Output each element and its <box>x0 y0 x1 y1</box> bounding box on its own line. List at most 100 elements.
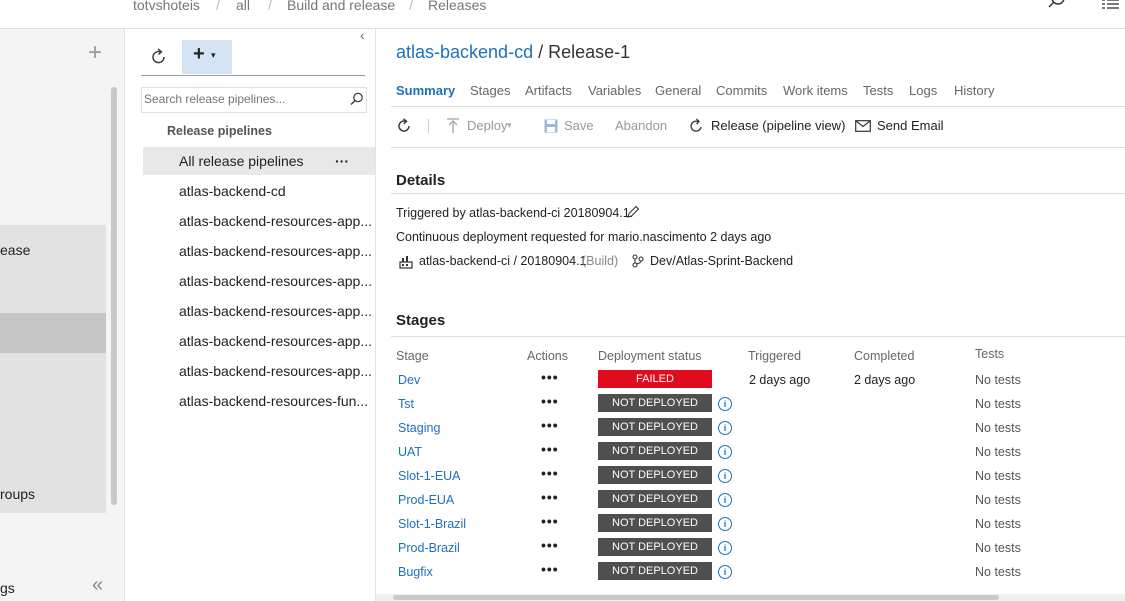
tab-commits[interactable]: Commits <box>716 83 767 98</box>
stage-actions-button[interactable]: ••• <box>541 513 559 529</box>
horizontal-scrollbar[interactable] <box>393 595 999 600</box>
build-artifact-icon <box>399 256 413 269</box>
title-separator: / <box>538 42 544 62</box>
tab-artifacts[interactable]: Artifacts <box>525 83 572 98</box>
new-pipeline-button[interactable]: + ▾ <box>182 40 232 74</box>
pipeline-item[interactable]: atlas-backend-resources-app... <box>143 207 375 235</box>
pipeline-search-input[interactable] <box>144 90 344 108</box>
stage-actions-button[interactable]: ••• <box>541 465 559 481</box>
list-icon[interactable] <box>1102 0 1120 12</box>
deployment-status-badge[interactable]: NOT DEPLOYED <box>598 514 712 532</box>
nav-item-selected[interactable] <box>0 313 106 353</box>
continuous-deployment-text: Continuous deployment requested for mari… <box>396 230 772 244</box>
deployment-status-badge[interactable]: NOT DEPLOYED <box>598 538 712 556</box>
branch-icon <box>632 254 644 268</box>
tab-summary[interactable]: Summary <box>396 83 455 98</box>
breadcrumb-item-project[interactable]: all <box>236 0 250 13</box>
add-icon[interactable]: + <box>88 39 102 67</box>
deployment-status-badge[interactable]: NOT DEPLOYED <box>598 442 712 460</box>
stage-link[interactable]: Tst <box>398 397 414 411</box>
deployment-status-badge[interactable]: FAILED <box>598 370 712 388</box>
stage-link[interactable]: Prod-EUA <box>398 493 454 507</box>
release-pipeline-link[interactable]: atlas-backend-cd <box>396 42 533 62</box>
stage-actions-button[interactable]: ••• <box>541 393 559 409</box>
info-icon[interactable]: i <box>718 445 732 459</box>
pipeline-item[interactable]: atlas-backend-resources-app... <box>143 327 375 355</box>
collapse-icon[interactable]: « <box>92 574 103 597</box>
stage-link[interactable]: UAT <box>398 445 422 459</box>
pipeline-item[interactable]: atlas-backend-resources-app... <box>143 237 375 265</box>
info-icon[interactable]: i <box>718 565 732 579</box>
deployment-status-badge[interactable]: NOT DEPLOYED <box>598 418 712 436</box>
pipeline-item[interactable]: atlas-backend-resources-app... <box>143 357 375 385</box>
stage-link[interactable]: Dev <box>398 373 420 387</box>
release-pipeline-view-button[interactable]: Release (pipeline view) <box>711 118 845 133</box>
tab-history[interactable]: History <box>954 83 994 98</box>
deploy-button[interactable]: Deploy <box>467 118 507 133</box>
branch-name: Dev/Atlas-Sprint-Backend <box>650 254 794 268</box>
artifact-link[interactable]: atlas-backend-ci / 20180904.1 <box>419 254 586 268</box>
toolbar-separator <box>428 119 429 133</box>
stage-actions-button[interactable]: ••• <box>541 537 559 553</box>
send-email-button[interactable]: Send Email <box>877 118 943 133</box>
pipeline-item-all[interactable]: All release pipelines ··· <box>143 147 375 175</box>
nav-item-variable-groups[interactable]: roups <box>0 486 106 502</box>
pipeline-item[interactable]: atlas-backend-resources-fun... <box>143 387 375 415</box>
breadcrumb-item-page[interactable]: Releases <box>428 0 486 13</box>
info-icon[interactable]: i <box>718 517 732 531</box>
pipeline-item-label: atlas-backend-resources-app... <box>179 363 372 379</box>
breadcrumb-item-hub[interactable]: Build and release <box>287 0 395 13</box>
tab-tests[interactable]: Tests <box>863 83 893 98</box>
table-row: Slot-1-EUA ••• NOT DEPLOYED i No tests <box>376 465 1125 489</box>
collapse-panel-icon[interactable]: ‹ <box>360 27 365 43</box>
breadcrumb-item-account[interactable]: totvshoteis <box>133 0 200 13</box>
stage-link[interactable]: Staging <box>398 421 440 435</box>
info-icon[interactable]: i <box>718 469 732 483</box>
tab-work-items[interactable]: Work items <box>783 83 848 98</box>
details-heading: Details <box>396 172 446 189</box>
pipeline-search-box[interactable] <box>141 87 367 113</box>
info-icon[interactable]: i <box>718 541 732 555</box>
tab-general[interactable]: General <box>655 83 701 98</box>
stage-link[interactable]: Slot-1-EUA <box>398 469 461 483</box>
stage-link[interactable]: Prod-Brazil <box>398 541 460 555</box>
info-icon[interactable]: i <box>718 397 732 411</box>
search-icon[interactable] <box>1046 0 1068 12</box>
stage-actions-button[interactable]: ••• <box>541 417 559 433</box>
tests-cell: No tests <box>975 541 1021 555</box>
column-header-tests: Tests <box>975 347 1005 361</box>
stage-link[interactable]: Slot-1-Brazil <box>398 517 466 531</box>
pipeline-item[interactable]: atlas-backend-resources-app... <box>143 267 375 295</box>
left-nav-scrollbar[interactable] <box>111 87 117 505</box>
pipeline-item[interactable]: atlas-backend-resources-app... <box>143 297 375 325</box>
tab-stages[interactable]: Stages <box>470 83 510 98</box>
save-button[interactable]: Save <box>564 118 594 133</box>
more-options-icon[interactable]: ··· <box>335 147 349 175</box>
info-icon[interactable]: i <box>718 493 732 507</box>
nav-item-releases[interactable]: ease <box>0 242 106 258</box>
refresh-icon[interactable] <box>396 118 412 134</box>
stage-actions-button[interactable]: ••• <box>541 489 559 505</box>
deployment-status-badge[interactable]: NOT DEPLOYED <box>598 562 712 580</box>
deployment-status-badge[interactable]: NOT DEPLOYED <box>598 490 712 508</box>
nav-item-settings[interactable]: gs <box>0 580 106 596</box>
tab-variables[interactable]: Variables <box>588 83 641 98</box>
tabs-divider <box>391 106 1125 107</box>
completed-cell: 2 days ago <box>854 373 916 387</box>
info-icon[interactable]: i <box>718 421 732 435</box>
stage-actions-button[interactable]: ••• <box>541 441 559 457</box>
edit-pencil-icon[interactable] <box>626 205 640 219</box>
tab-logs[interactable]: Logs <box>909 83 937 98</box>
deployment-status-badge[interactable]: NOT DEPLOYED <box>598 466 712 484</box>
abandon-button[interactable]: Abandon <box>615 118 667 133</box>
table-row: Prod-EUA ••• NOT DEPLOYED i No tests <box>376 489 1125 513</box>
pipeline-item[interactable]: atlas-backend-cd <box>143 177 375 205</box>
search-icon[interactable] <box>350 92 364 106</box>
chevron-down-icon: ▾ <box>211 50 216 60</box>
stage-actions-button[interactable]: ••• <box>541 561 559 577</box>
refresh-icon[interactable] <box>150 48 168 66</box>
stage-actions-button[interactable]: ••• <box>541 369 559 385</box>
deploy-icon <box>447 118 459 133</box>
deployment-status-badge[interactable]: NOT DEPLOYED <box>598 394 712 412</box>
stage-link[interactable]: Bugfix <box>398 565 433 579</box>
